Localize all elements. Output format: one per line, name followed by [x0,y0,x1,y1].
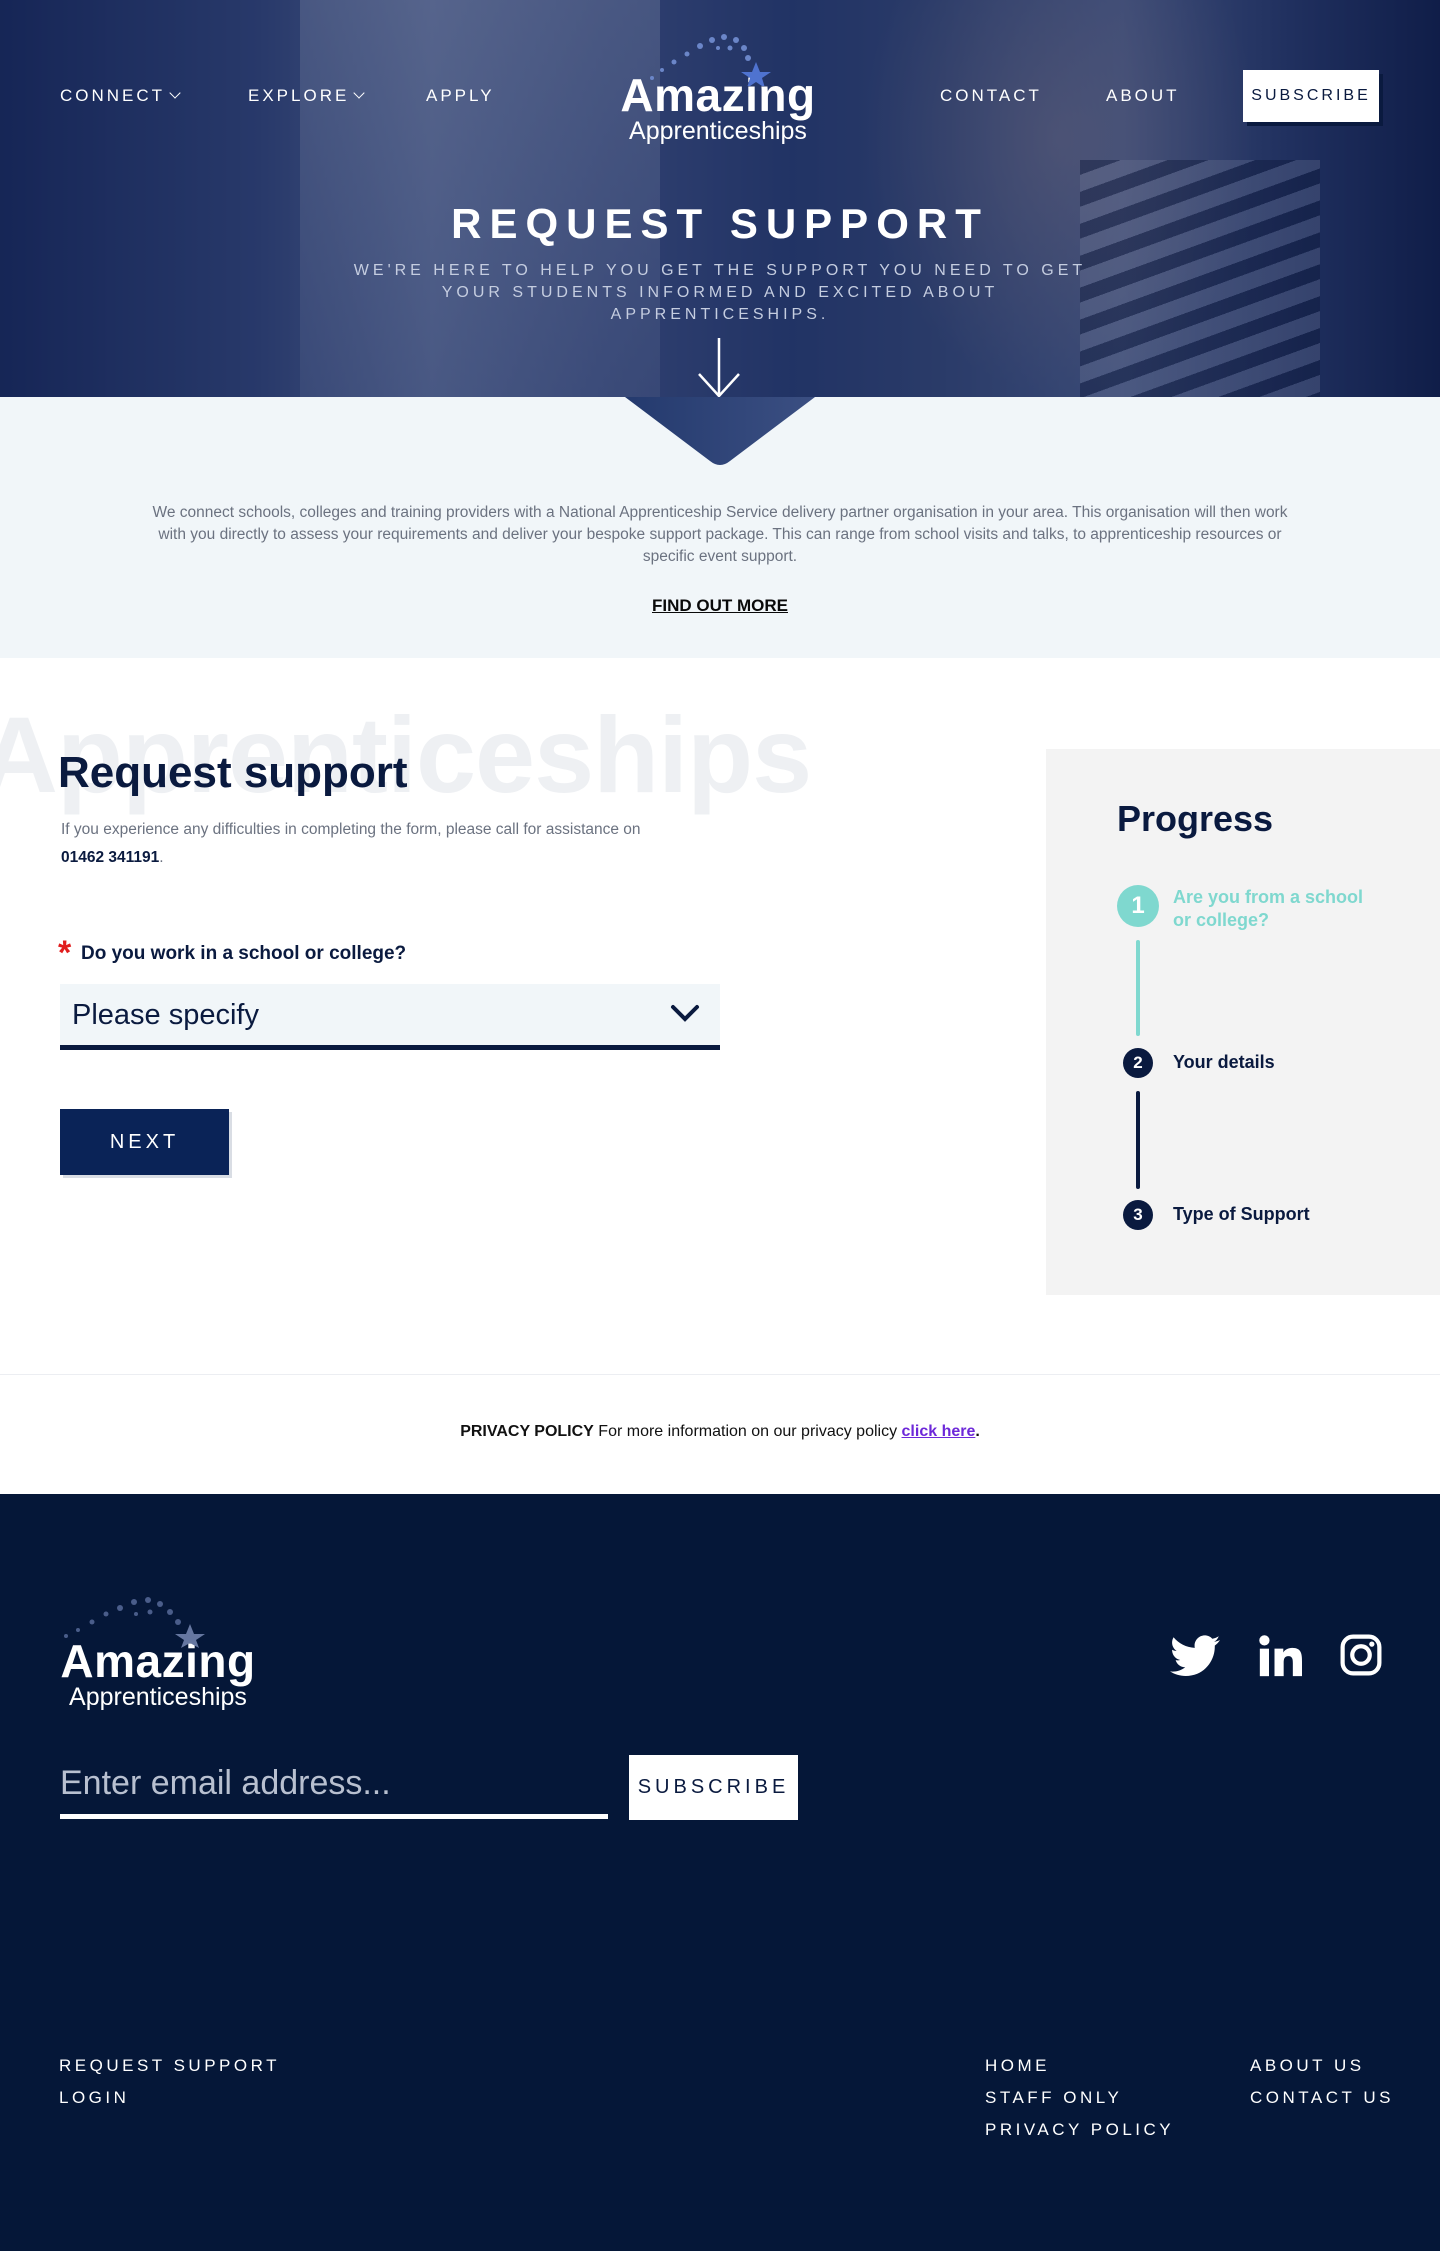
nav-contact[interactable]: CONTACT [940,86,1042,106]
nav-apply[interactable]: APPLY [426,86,495,106]
footer-link-about-us[interactable]: ABOUT US [1250,2056,1365,2076]
phone-number: 01462 341191 [61,849,160,866]
chevron-down-icon [169,87,181,99]
footer-logo[interactable]: Amazing Apprenticeships [60,1597,256,1712]
nav-connect[interactable]: CONNECT [60,86,181,106]
next-button[interactable]: NEXT [60,1109,229,1175]
stars-logo-icon [650,34,771,86]
hero-subtitle: WE'RE HERE TO HELP YOU GET THE SUPPORT Y… [353,262,1087,323]
question-label: Do you work in a school or college? [81,943,407,964]
step-2-label: Your details [1173,1052,1275,1072]
find-out-more-link[interactable]: FIND OUT MORE [0,596,1440,616]
step-2-number: 2 [1123,1048,1153,1078]
school-college-select[interactable]: Please specify [60,984,720,1050]
footer-link-request-support[interactable]: REQUEST SUPPORT [59,2056,280,2076]
select-value: Please specify [72,999,259,1031]
footer-link-staff-only[interactable]: STAFF ONLY [985,2088,1122,2108]
linkedin-icon[interactable] [1258,1634,1302,1678]
chevron-down-icon [671,1005,699,1022]
form-title: Request support [58,748,408,797]
form-help-text: If you experience any difficulties in co… [61,821,641,866]
twitter-icon[interactable] [1170,1634,1220,1678]
footer [0,1494,1440,2251]
privacy-notice: PRIVACY POLICY For more information on o… [460,1423,980,1440]
privacy-heading: PRIVACY POLICY [460,1423,594,1440]
instagram-icon[interactable] [1340,1634,1382,1676]
site-logo[interactable]: Amazing Apprenticeships [612,34,824,146]
page-title: REQUEST SUPPORT [451,200,989,247]
footer-link-login[interactable]: LOGIN [59,2088,129,2108]
step-connector [1136,1091,1140,1189]
footer-link-contact-us[interactable]: CONTACT US [1250,2088,1394,2108]
step-1-label: Are you from a school or college? [1173,887,1364,930]
privacy-click-here-link[interactable]: click here [902,1423,976,1440]
footer-link-home[interactable]: HOME [985,2056,1050,2076]
progress-title: Progress [1117,798,1274,839]
stars-logo-icon [64,1597,205,1648]
required-marker: * [58,934,72,972]
email-field[interactable] [60,1753,608,1819]
step-connector [1136,940,1140,1036]
footer-link-privacy-policy[interactable]: PRIVACY POLICY [985,2120,1174,2140]
arrow-down-icon[interactable] [696,336,742,400]
footer-logo-sub: Apprenticeships [69,1683,247,1711]
logo-sub-text: Apprenticeships [629,117,807,145]
divider [0,1374,1440,1375]
hero-notch [625,397,815,465]
nav-explore[interactable]: EXPLORE [248,86,365,106]
subscribe-button-footer[interactable]: SUBSCRIBE [629,1755,798,1820]
nav-about[interactable]: ABOUT [1106,86,1180,106]
email-input[interactable] [60,1753,608,1814]
step-3-number: 3 [1123,1200,1153,1230]
step-1-number: 1 [1117,885,1159,927]
step-3-label: Type of Support [1173,1204,1310,1224]
intro-text: We connect schools, colleges and trainin… [152,504,1288,565]
chevron-down-icon [353,87,365,99]
subscribe-button-header[interactable]: SUBSCRIBE [1243,70,1379,122]
